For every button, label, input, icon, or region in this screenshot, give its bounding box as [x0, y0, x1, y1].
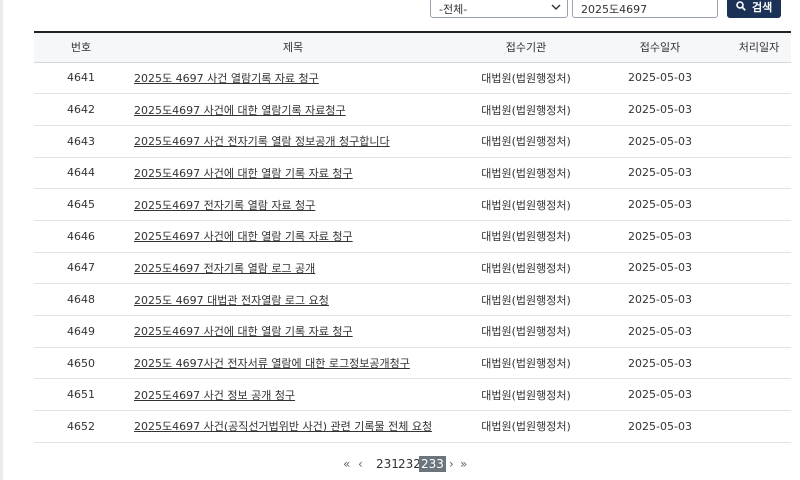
table-row: 4647 2025도4697 전자기록 열람 로그 공개 대법원(법원행정처) … — [34, 252, 791, 285]
chevron-down-icon — [551, 4, 561, 10]
row-received-date: 2025-05-03 — [593, 188, 727, 221]
row-organization: 대법원(법원행정처) — [459, 283, 593, 316]
row-received-date: 2025-05-03 — [593, 347, 727, 380]
prev-page-button[interactable]: ‹ — [358, 457, 363, 471]
row-received-date: 2025-05-03 — [593, 410, 727, 443]
row-title-link[interactable]: 2025도4697 사건 정보 공개 청구 — [134, 389, 295, 402]
row-received-date: 2025-05-03 — [593, 93, 727, 126]
row-organization: 대법원(법원행정처) — [459, 157, 593, 190]
next-page-button[interactable]: › — [449, 457, 454, 471]
category-select[interactable]: -전체- — [430, 0, 568, 18]
table-row: 4643 2025도4697 사건 전자기록 열람 정보공개 청구합니다 대법원… — [34, 125, 791, 158]
table-row: 4645 2025도4697 전자기록 열람 자료 청구 대법원(법원행정처) … — [34, 188, 791, 221]
row-organization: 대법원(법원행정처) — [459, 347, 593, 380]
row-processed-date — [727, 125, 791, 158]
page-link-232[interactable]: 232 — [398, 457, 421, 471]
search-button[interactable]: 검색 — [727, 0, 781, 18]
row-title-link[interactable]: 2025도4697 사건에 대한 열람 기록 자료 청구 — [134, 230, 353, 243]
row-received-date: 2025-05-03 — [593, 157, 727, 190]
row-received-date: 2025-05-03 — [593, 283, 727, 316]
row-processed-date — [727, 315, 791, 348]
row-number: 4649 — [34, 315, 128, 348]
category-select-value: -전체- — [439, 3, 468, 16]
row-title-link[interactable]: 2025도 4697사건 전자서류 열람에 대한 로그정보공개청구 — [134, 357, 410, 370]
table-row: 4651 2025도4697 사건 정보 공개 청구 대법원(법원행정처) 20… — [34, 378, 791, 412]
last-page-button[interactable]: » — [460, 457, 467, 471]
row-organization: 대법원(법원행정처) — [459, 315, 593, 348]
row-title-link[interactable]: 2025도4697 사건에 대한 열람 기록 자료 청구 — [134, 325, 353, 338]
page-link-231[interactable]: 231 — [376, 457, 399, 471]
row-organization: 대법원(법원행정처) — [459, 93, 593, 126]
row-title-link[interactable]: 2025도4697 전자기록 열람 로그 공개 — [134, 262, 315, 275]
table-row: 4652 2025도4697 사건(공직선거법위반 사건) 관련 기록물 전체 … — [34, 410, 791, 443]
first-page-button[interactable]: « — [343, 457, 350, 471]
row-title-link[interactable]: 2025도4697 사건(공직선거법위반 사건) 관련 기록물 전체 요청 — [134, 420, 432, 433]
row-processed-date — [727, 220, 791, 253]
table-row: 4649 2025도4697 사건에 대한 열람 기록 자료 청구 대법원(법원… — [34, 315, 791, 348]
row-title-link[interactable]: 2025도4697 사건에 대한 열람 기록 자료 청구 — [134, 167, 353, 180]
row-received-date: 2025-05-03 — [593, 220, 727, 253]
row-organization: 대법원(법원행정처) — [459, 188, 593, 221]
row-title-link[interactable]: 2025도 4697 대법관 전자열람 로그 요청 — [134, 294, 329, 307]
table-row: 4642 2025도4697 사건에 대한 열람기록 자료청구 대법원(법원행정… — [34, 93, 791, 126]
header-organization: 접수기관 — [459, 31, 593, 63]
search-bar: -전체- 2025도4697 검색 — [0, 0, 800, 30]
row-organization: 대법원(법원행정처) — [459, 125, 593, 158]
row-number: 4652 — [34, 410, 128, 443]
header-received-date: 접수일자 — [593, 31, 727, 63]
row-number: 4647 — [34, 252, 128, 285]
row-organization: 대법원(법원행정처) — [459, 410, 593, 443]
row-number: 4646 — [34, 220, 128, 253]
search-input-value: 2025도4697 — [581, 3, 648, 16]
row-organization: 대법원(법원행정처) — [459, 252, 593, 285]
row-title-link[interactable]: 2025도4697 전자기록 열람 자료 청구 — [134, 199, 315, 212]
row-received-date: 2025-05-03 — [593, 378, 727, 412]
table-header-row: 번호 제목 접수기관 접수일자 처리일자 — [34, 31, 791, 63]
table-row: 4641 2025도 4697 사건 열람기록 자료 청구 대법원(법원행정처)… — [34, 62, 791, 95]
row-title-link[interactable]: 2025도 4697 사건 열람기록 자료 청구 — [134, 72, 319, 85]
table-row: 4648 2025도 4697 대법관 전자열람 로그 요청 대법원(법원행정처… — [34, 283, 791, 316]
table-row: 4644 2025도4697 사건에 대한 열람 기록 자료 청구 대법원(법원… — [34, 157, 791, 190]
header-processed-date: 처리일자 — [727, 31, 791, 63]
row-number: 4645 — [34, 188, 128, 221]
row-processed-date — [727, 93, 791, 126]
row-processed-date — [727, 378, 791, 412]
request-list-table: 번호 제목 접수기관 접수일자 처리일자 4641 2025도 4697 사건 … — [34, 31, 791, 443]
row-received-date: 2025-05-03 — [593, 252, 727, 285]
row-processed-date — [727, 157, 791, 190]
row-number: 4651 — [34, 378, 128, 412]
table-row: 4650 2025도 4697사건 전자서류 열람에 대한 로그정보공개청구 대… — [34, 347, 791, 380]
row-number: 4642 — [34, 93, 128, 126]
header-title: 제목 — [128, 31, 459, 63]
search-button-label: 검색 — [752, 1, 773, 14]
row-received-date: 2025-05-03 — [593, 125, 727, 158]
row-organization: 대법원(법원행정처) — [459, 62, 593, 95]
left-border — [0, 0, 3, 480]
row-title-link[interactable]: 2025도4697 사건 전자기록 열람 정보공개 청구합니다 — [134, 135, 390, 148]
row-received-date: 2025-05-03 — [593, 62, 727, 95]
row-received-date: 2025-05-03 — [593, 315, 727, 348]
page-current[interactable]: 233 — [419, 456, 446, 472]
row-processed-date — [727, 252, 791, 285]
row-number: 4650 — [34, 347, 128, 380]
row-number: 4644 — [34, 157, 128, 190]
search-input[interactable]: 2025도4697 — [572, 0, 718, 18]
row-processed-date — [727, 347, 791, 380]
table-row: 4646 2025도4697 사건에 대한 열람 기록 자료 청구 대법원(법원… — [34, 220, 791, 253]
row-number: 4641 — [34, 62, 128, 95]
search-icon — [736, 1, 746, 11]
row-processed-date — [727, 188, 791, 221]
row-title-link[interactable]: 2025도4697 사건에 대한 열람기록 자료청구 — [134, 104, 346, 117]
row-processed-date — [727, 283, 791, 316]
row-number: 4648 — [34, 283, 128, 316]
row-processed-date — [727, 62, 791, 95]
row-number: 4643 — [34, 125, 128, 158]
row-organization: 대법원(법원행정처) — [459, 378, 593, 412]
header-number: 번호 — [34, 31, 128, 63]
row-processed-date — [727, 410, 791, 443]
row-organization: 대법원(법원행정처) — [459, 220, 593, 253]
